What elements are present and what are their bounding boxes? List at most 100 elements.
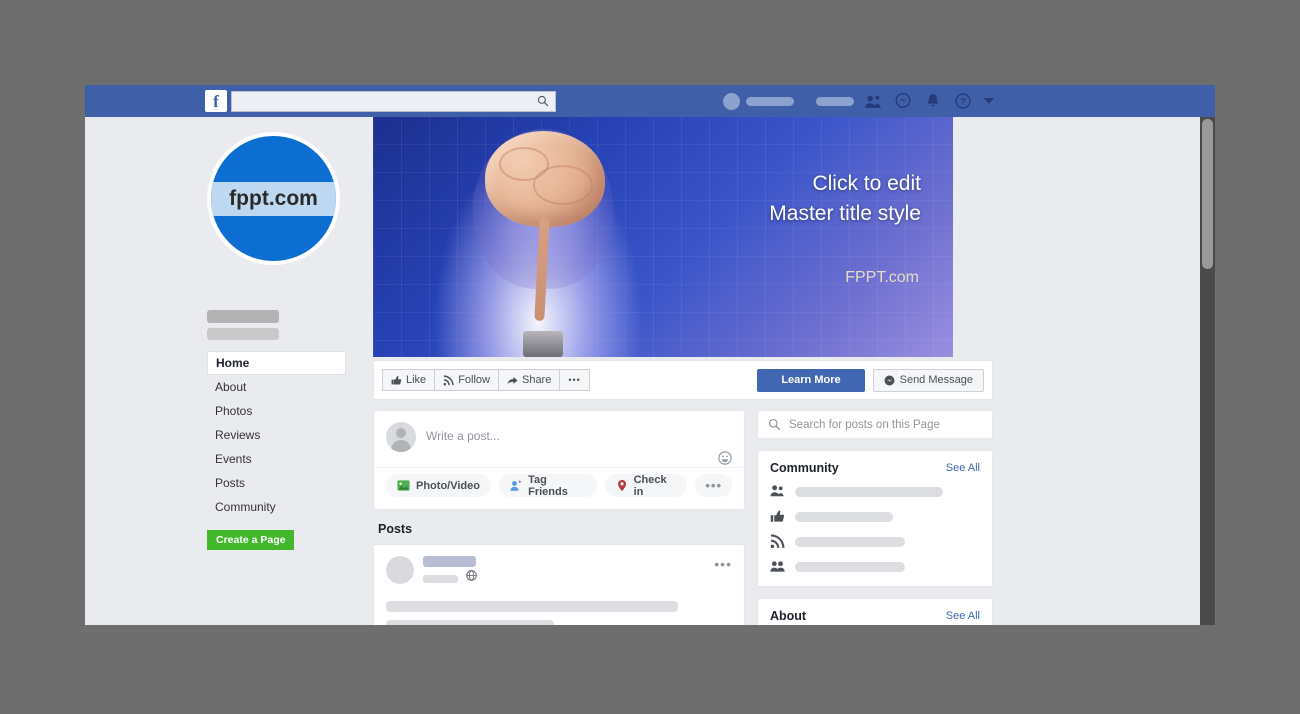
- profile-logo-text: fppt.com: [211, 182, 336, 216]
- sidebar-item-reviews[interactable]: Reviews: [207, 423, 346, 447]
- share-button[interactable]: Share: [498, 369, 559, 391]
- post-author-name-placeholder: [423, 556, 476, 567]
- share-arrow-icon: [507, 375, 518, 386]
- notifications-icon[interactable]: [922, 90, 944, 112]
- page-profile-picture[interactable]: fppt.com: [207, 132, 340, 265]
- friend-requests-icon[interactable]: [862, 90, 884, 112]
- photo-video-button[interactable]: Photo/Video: [386, 474, 491, 497]
- more-actions-button[interactable]: •••: [559, 369, 589, 391]
- map-pin-icon: [616, 479, 628, 492]
- messenger-icon[interactable]: [892, 90, 914, 112]
- cover-title-line-2: Master title style: [769, 199, 921, 229]
- check-in-label: Check in: [634, 474, 677, 498]
- community-placeholder-bar: [795, 537, 905, 547]
- globe-privacy-icon: [466, 570, 477, 581]
- page-navigation-menu: Home About Photos Reviews Events Posts C…: [207, 351, 346, 519]
- left-sidebar: fppt.com Home About Photos Reviews Event…: [85, 117, 373, 625]
- follow-button-label: Follow: [458, 374, 490, 386]
- main-content: Click to edit Master title style FPPT.co…: [373, 117, 1215, 625]
- content-columns: Write a post...: [373, 410, 1215, 625]
- messenger-icon: [884, 375, 895, 386]
- facebook-logo-icon[interactable]: f: [205, 90, 227, 112]
- friends-icon: [770, 559, 785, 574]
- account-dropdown-icon[interactable]: [984, 98, 994, 104]
- photo-video-label: Photo/Video: [416, 480, 480, 492]
- composer-top[interactable]: Write a post...: [374, 411, 744, 467]
- page-posts-search-placeholder: Search for posts on this Page: [789, 419, 940, 431]
- thumbs-up-icon: [391, 375, 402, 386]
- community-row-followers: [770, 534, 980, 549]
- global-search-input[interactable]: [238, 95, 537, 107]
- sidebar-item-events[interactable]: Events: [207, 447, 346, 471]
- post-author-avatar[interactable]: [386, 556, 414, 584]
- community-placeholder-bar: [795, 487, 943, 497]
- like-button-label: Like: [406, 374, 426, 386]
- scrollbar-thumb[interactable]: [1202, 119, 1213, 269]
- community-see-all-link[interactable]: See All: [946, 462, 980, 474]
- community-row-invite: [770, 484, 980, 499]
- followers-rss-icon: [770, 534, 785, 549]
- search-icon: [537, 95, 549, 107]
- page-body: fppt.com Home About Photos Reviews Event…: [85, 117, 1215, 625]
- post-author-meta: [423, 556, 477, 585]
- community-row-friends: [770, 559, 980, 574]
- post-options-button[interactable]: •••: [714, 556, 732, 572]
- sidebar-item-photos[interactable]: Photos: [207, 399, 346, 423]
- send-message-button[interactable]: Send Message: [873, 369, 984, 392]
- check-in-button[interactable]: Check in: [605, 474, 688, 497]
- page-scrollbar[interactable]: [1200, 117, 1215, 625]
- composer-placeholder-text: Write a post...: [426, 429, 500, 443]
- send-message-label: Send Message: [900, 374, 973, 386]
- page-name-placeholder: [207, 310, 279, 323]
- nav-link-placeholder[interactable]: [816, 97, 854, 106]
- posts-section-heading: Posts: [373, 510, 745, 544]
- create-a-page-button[interactable]: Create a Page: [207, 530, 294, 550]
- page-action-bar: Like Follow Share: [373, 360, 993, 400]
- svg-text:?: ?: [960, 97, 966, 107]
- about-card-title: About: [770, 609, 806, 623]
- cover-title-line-1: Click to edit: [769, 169, 921, 199]
- likes-icon: [770, 509, 785, 524]
- bulb-base: [523, 331, 563, 357]
- center-column: Write a post...: [373, 410, 745, 625]
- community-card: Community See All: [757, 450, 993, 587]
- cover-subtitle: FPPT.com: [845, 269, 919, 287]
- community-card-header: Community See All: [770, 461, 980, 475]
- account-name-placeholder[interactable]: [746, 97, 794, 106]
- cover-photo[interactable]: Click to edit Master title style FPPT.co…: [373, 117, 953, 357]
- community-row-likes: [770, 509, 980, 524]
- sidebar-item-posts[interactable]: Posts: [207, 471, 346, 495]
- lightbulb-brain-graphic: [451, 125, 631, 357]
- about-see-all-link[interactable]: See All: [946, 610, 980, 622]
- right-column: Search for posts on this Page Community …: [757, 410, 993, 625]
- post-header: •••: [386, 556, 732, 585]
- post-text-placeholder-line-2: [386, 620, 554, 625]
- more-actions-label: •••: [568, 375, 580, 385]
- help-icon[interactable]: ?: [952, 90, 974, 112]
- post-text-placeholder-line-1: [386, 601, 678, 612]
- account-avatar-placeholder[interactable]: [723, 93, 740, 110]
- post-card: •••: [373, 544, 745, 625]
- composer-avatar: [386, 422, 416, 452]
- about-card: About See All: [757, 598, 993, 625]
- follow-button[interactable]: Follow: [434, 369, 498, 391]
- tag-friends-button[interactable]: Tag Friends: [499, 474, 597, 497]
- composer-more-button[interactable]: •••: [695, 474, 732, 497]
- global-search-box[interactable]: [231, 91, 556, 112]
- learn-more-button[interactable]: Learn More: [757, 369, 864, 392]
- browser-window: f: [85, 85, 1215, 625]
- sidebar-item-about[interactable]: About: [207, 375, 346, 399]
- like-button[interactable]: Like: [382, 369, 434, 391]
- post-timestamp-placeholder: [423, 575, 458, 583]
- sidebar-item-home[interactable]: Home: [207, 351, 346, 375]
- emoji-icon[interactable]: [718, 451, 732, 465]
- sidebar-item-community[interactable]: Community: [207, 495, 346, 519]
- rss-follow-icon: [443, 375, 454, 386]
- cover-title: Click to edit Master title style: [769, 169, 921, 230]
- photo-video-icon: [397, 479, 410, 492]
- composer-action-row: Photo/Video Tag Friends: [374, 467, 744, 509]
- post-composer-card: Write a post...: [373, 410, 745, 510]
- brain-icon: [485, 131, 605, 227]
- page-posts-search-box[interactable]: Search for posts on this Page: [757, 410, 993, 439]
- about-card-header: About See All: [770, 609, 980, 623]
